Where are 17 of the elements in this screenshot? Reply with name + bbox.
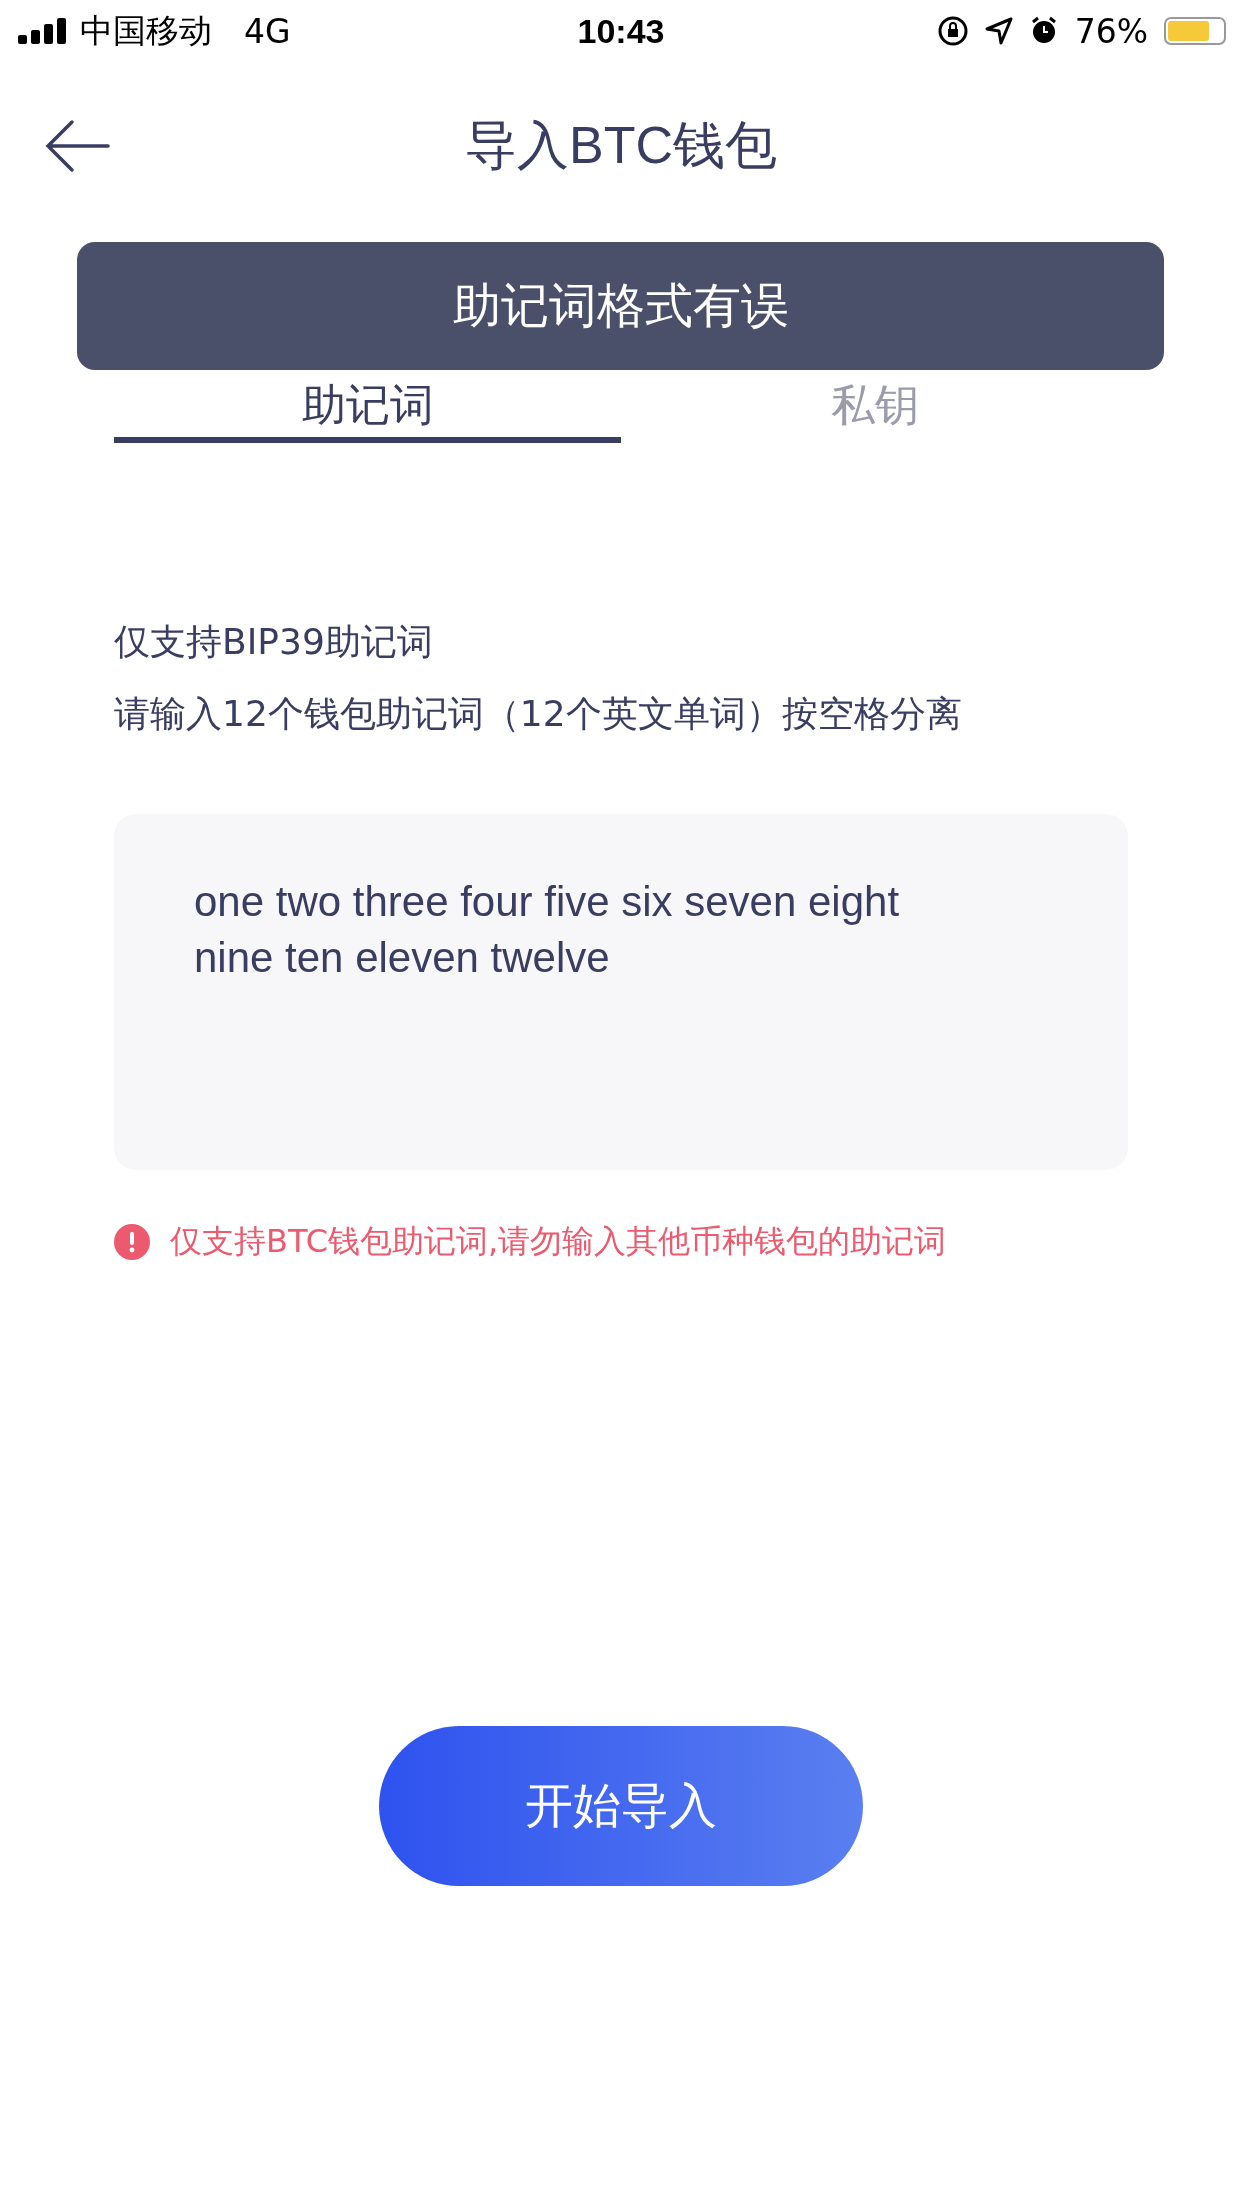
battery-percent: 76% [1074,11,1148,51]
start-import-button[interactable]: 开始导入 [379,1726,863,1886]
error-message: 仅支持BTC钱包助记词,请勿输入其他币种钱包的助记词 [170,1221,947,1262]
network-type: 4G [244,11,291,51]
battery-icon [1164,17,1226,45]
warning-icon [114,1224,150,1260]
carrier-name: 中国移动 [80,9,212,52]
mnemonic-input-field[interactable]: one two three four five six seven eight nine ten eleven twelve [114,814,1128,1170]
location-arrow-icon [984,17,1013,45]
hint-text: 仅支持BIP39助记词 [114,620,434,664]
page-title: 导入BTC钱包 [465,115,777,176]
error-toast: 助记词格式有误 [77,242,1164,370]
rotation-lock-icon [936,15,969,47]
status-time: 10:43 [577,11,665,51]
hint-text: 请输入12个钱包助记词（12个英文单词）按空格分离 [114,692,963,736]
tab[interactable]: 助记词 [114,376,621,443]
back-arrow-icon[interactable] [44,118,110,174]
